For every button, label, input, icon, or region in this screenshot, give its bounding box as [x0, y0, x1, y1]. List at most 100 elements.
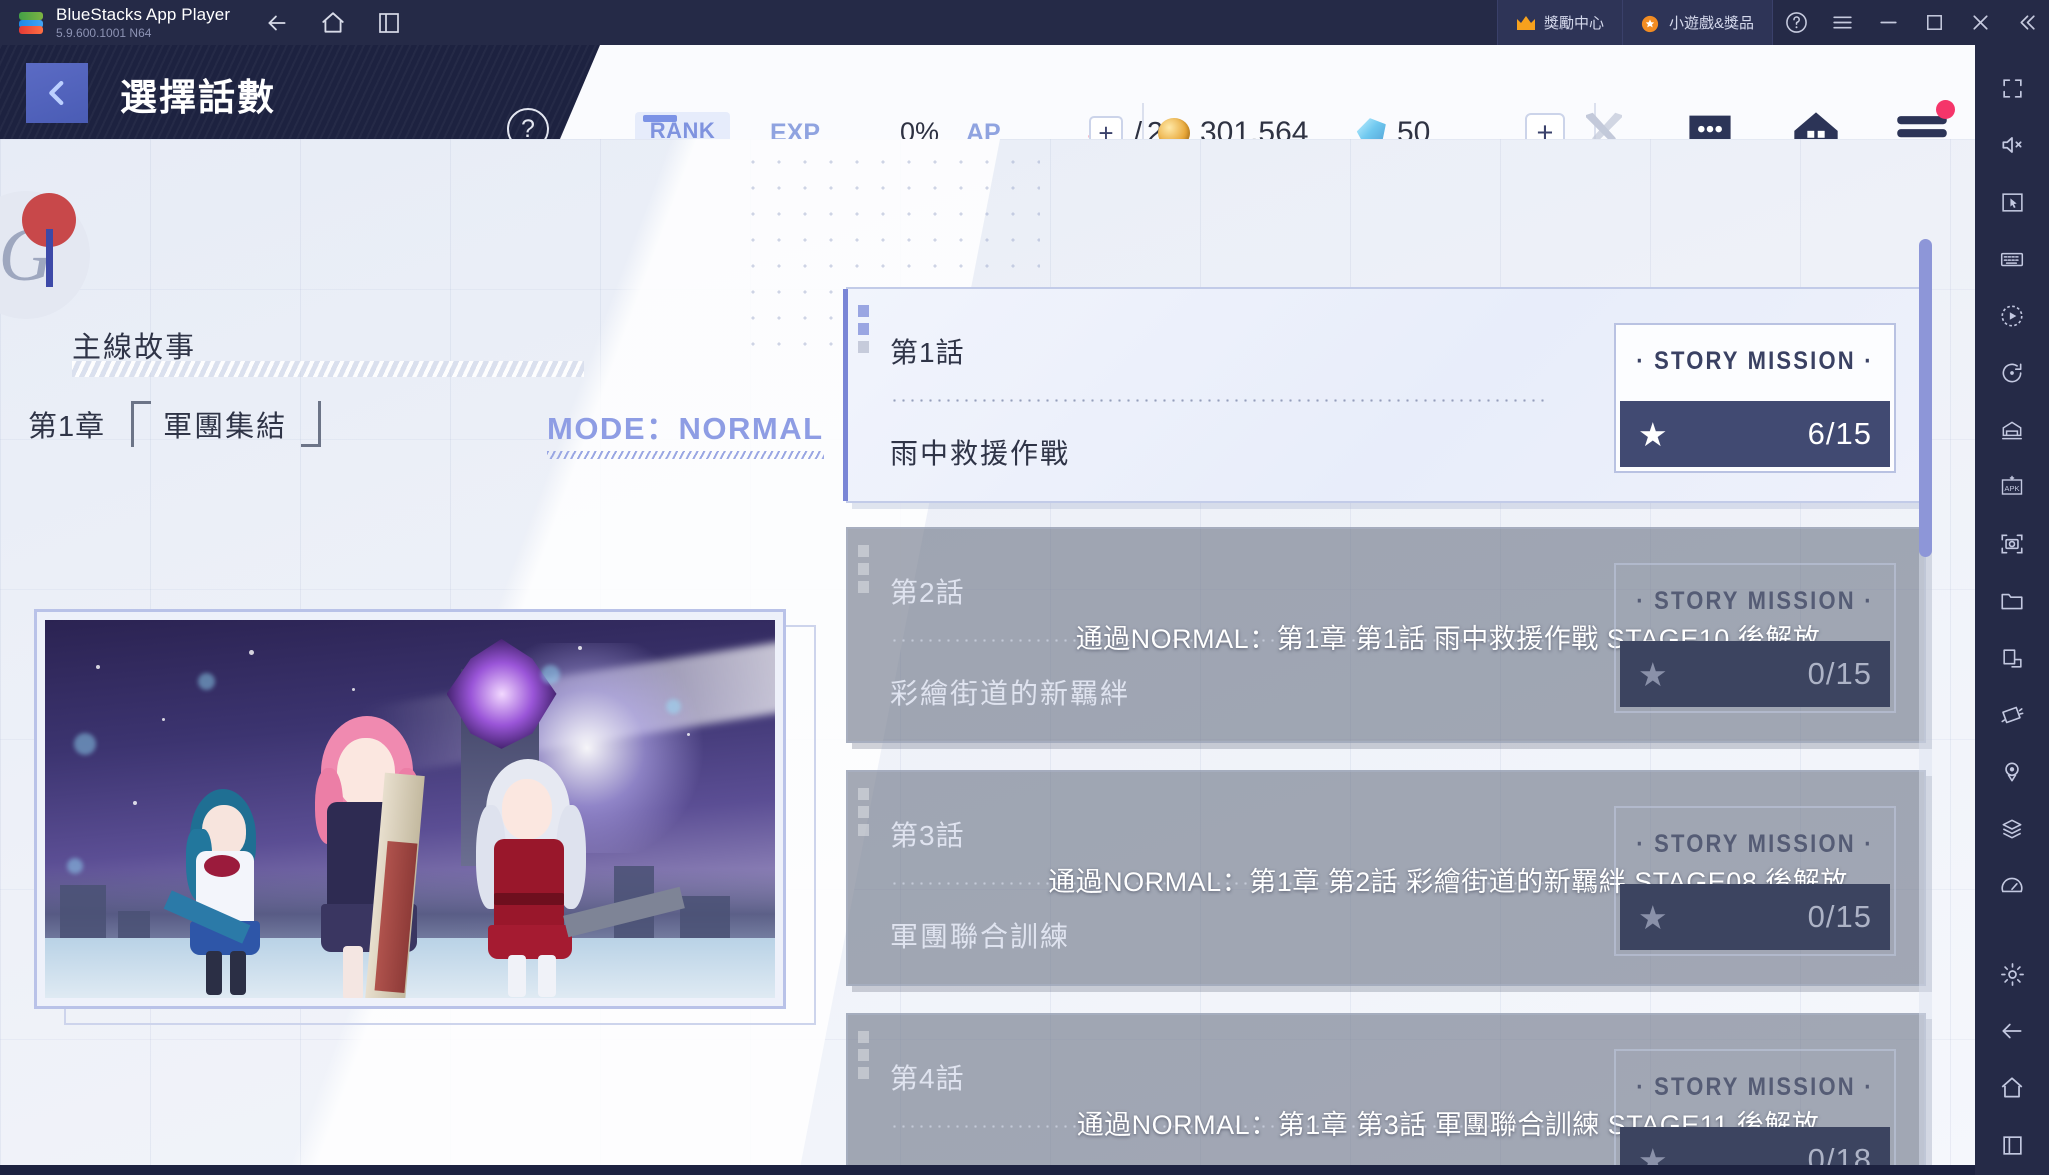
- mode-label: MODE：NORMAL: [547, 411, 824, 446]
- artwork-character-blue: [164, 789, 286, 996]
- episode-tick-marks: [858, 788, 869, 836]
- game-viewport: 選擇話數 ? RANK 3 EXP 0% AP 41 / 21 + 301,56…: [0, 45, 1975, 1175]
- episode-number: 第2話: [890, 577, 965, 608]
- install-apk-icon[interactable]: APK: [1985, 460, 2039, 514]
- multi-instance-manager-icon[interactable]: [1985, 403, 2039, 457]
- section-title: 主線故事: [72, 332, 197, 364]
- episode-card-3[interactable]: 第3話 通過NORMAL：第1章 第2話 彩繪街道的新羈絆 STAGE08 後解…: [846, 770, 1926, 986]
- media-folder-icon[interactable]: [1985, 574, 2039, 628]
- episode-card-4[interactable]: 第4話 通過NORMAL：第1章 第3話 軍團聯合訓練 STAGE11 後解放 …: [846, 1013, 1926, 1175]
- episode-name: 彩繪街道的新羈絆: [890, 678, 1131, 709]
- bluestacks-title-block: BlueStacks App Player 5.9.600.1001 N64: [56, 5, 230, 40]
- rewards-center-button[interactable]: 獎勵中心: [1496, 0, 1622, 45]
- screenshot-icon[interactable]: [1985, 517, 2039, 571]
- story-mission-box: · STORY MISSION · ★ 0/15: [1614, 563, 1896, 713]
- episode-number: 第4話: [890, 1063, 965, 1094]
- app-name: BlueStacks App Player: [56, 5, 231, 24]
- fullscreen-icon[interactable]: [1985, 61, 2039, 115]
- episode-tick-marks: [858, 545, 869, 593]
- shake-icon[interactable]: [1985, 688, 2039, 742]
- chapter-info: 第1章 軍團集結: [28, 401, 322, 447]
- story-mission-label: · STORY MISSION ·: [1636, 586, 1874, 615]
- episode-card-1[interactable]: 第1話 雨中救援作戰 · STORY MISSION · ★ 6/15: [843, 287, 1926, 503]
- location-icon[interactable]: [1985, 745, 2039, 799]
- performance-icon[interactable]: [1985, 859, 2039, 913]
- artwork-character-pink: [301, 716, 441, 998]
- rewards-center-label: 獎勵中心: [1543, 15, 1604, 32]
- episode-divider: [890, 399, 1550, 402]
- menu-icon[interactable]: [1819, 0, 1865, 45]
- map-pin-stem: [46, 229, 53, 287]
- titlebar-nav-group: [260, 6, 406, 40]
- minigames-prizes-label: 小遊戲&獎品: [1668, 15, 1754, 32]
- star-icon: ★: [1638, 655, 1668, 693]
- screen-share-icon[interactable]: [1985, 631, 2039, 685]
- back-arrow-icon[interactable]: [260, 6, 294, 40]
- maximize-icon[interactable]: [1911, 0, 1957, 45]
- crown-icon: [1516, 15, 1536, 30]
- multi-instance-icon[interactable]: [372, 6, 406, 40]
- story-mission-box: · STORY MISSION · ★ 0/18: [1614, 1049, 1896, 1175]
- bluestacks-logo-icon: [18, 10, 44, 36]
- star-progress: 0/15: [1807, 899, 1872, 934]
- keyboard-controls-icon[interactable]: [1985, 232, 2039, 286]
- story-mission-progress: ★ 6/15: [1620, 401, 1890, 467]
- cursor-pointer-icon[interactable]: [1985, 175, 2039, 229]
- artwork-character-white: [468, 759, 686, 998]
- chapter-name: 軍團集結: [163, 411, 288, 443]
- episode-name: 軍團聯合訓練: [890, 921, 1071, 952]
- page-title: 選擇話數: [120, 77, 276, 118]
- episode-tick-marks: [858, 1031, 869, 1079]
- story-mission-label: · STORY MISSION ·: [1636, 346, 1874, 375]
- episode-tick-marks: [858, 305, 869, 353]
- story-mission-box: · STORY MISSION · ★ 0/15: [1614, 806, 1896, 956]
- game-body: G 主線故事 第1章 軍團集結 MODE：NORMAL 第1話 雨中救援作戰 ·…: [0, 139, 1975, 1175]
- window-controls: [1773, 0, 2049, 45]
- story-mission-progress: ★ 0/15: [1620, 884, 1890, 950]
- minimize-icon[interactable]: [1865, 0, 1911, 45]
- story-mission-box: · STORY MISSION · ★ 6/15: [1614, 323, 1896, 473]
- bracket-right-icon: [301, 401, 322, 447]
- chapter-artwork[interactable]: [34, 609, 786, 1009]
- back-chevron-icon[interactable]: [26, 63, 88, 123]
- home-icon[interactable]: [316, 6, 350, 40]
- star-progress: 6/15: [1807, 416, 1872, 451]
- layers-icon[interactable]: [1985, 802, 2039, 856]
- section-title-rule: [72, 361, 584, 377]
- game-header: 選擇話數 ? RANK 3 EXP 0% AP 41 / 21 + 301,56…: [0, 45, 1975, 179]
- story-mission-label: · STORY MISSION ·: [1636, 1072, 1874, 1101]
- episode-name: 雨中救援作戰: [890, 438, 1071, 469]
- difficulty-mode: MODE：NORMAL: [547, 403, 824, 459]
- app-version: 5.9.600.1001 N64: [56, 26, 152, 40]
- episode-number: 第3話: [890, 820, 965, 851]
- episode-list: 第1話 雨中救援作戰 · STORY MISSION · ★ 6/15 第2話 …: [838, 233, 1940, 1175]
- star-icon: ★: [1638, 898, 1668, 936]
- story-mission-label: · STORY MISSION ·: [1636, 829, 1874, 858]
- home-icon[interactable]: [1985, 1061, 2039, 1115]
- game-bottom-edge: [0, 1165, 1975, 1175]
- recents-icon[interactable]: [1985, 1118, 2039, 1172]
- collapse-icon[interactable]: [2003, 0, 2049, 45]
- bracket-left-icon: [131, 401, 152, 447]
- chapter-number: 第1章: [28, 411, 106, 443]
- mode-underline: [547, 451, 824, 459]
- notification-badge: [1936, 100, 1955, 119]
- minigames-prizes-button[interactable]: 小遊戲&獎品: [1621, 0, 1773, 45]
- mute-icon[interactable]: [1985, 118, 2039, 172]
- star-progress: 0/15: [1807, 656, 1872, 691]
- help-icon[interactable]: [1773, 0, 1819, 45]
- rotate-icon[interactable]: [1985, 346, 2039, 400]
- episode-card-2[interactable]: 第2話 通過NORMAL：第1章 第1話 雨中救援作戰 STAGE10 後解放 …: [846, 527, 1926, 743]
- episode-number: 第1話: [890, 337, 965, 368]
- gift-star-icon: [1641, 15, 1661, 33]
- episode-scrollbar-thumb[interactable]: [1919, 239, 1932, 557]
- star-icon: ★: [1638, 415, 1668, 453]
- bluestacks-titlebar: BlueStacks App Player 5.9.600.1001 N64 獎…: [0, 0, 2049, 45]
- bluestacks-sidebar: APK: [1975, 45, 2049, 1175]
- macro-play-icon[interactable]: [1985, 289, 2039, 343]
- story-mission-progress: ★ 0/15: [1620, 641, 1890, 707]
- artwork-image: [45, 620, 775, 998]
- settings-gear-icon[interactable]: [1985, 947, 2039, 1001]
- back-arrow-icon[interactable]: [1985, 1004, 2039, 1058]
- close-icon[interactable]: [1957, 0, 2003, 45]
